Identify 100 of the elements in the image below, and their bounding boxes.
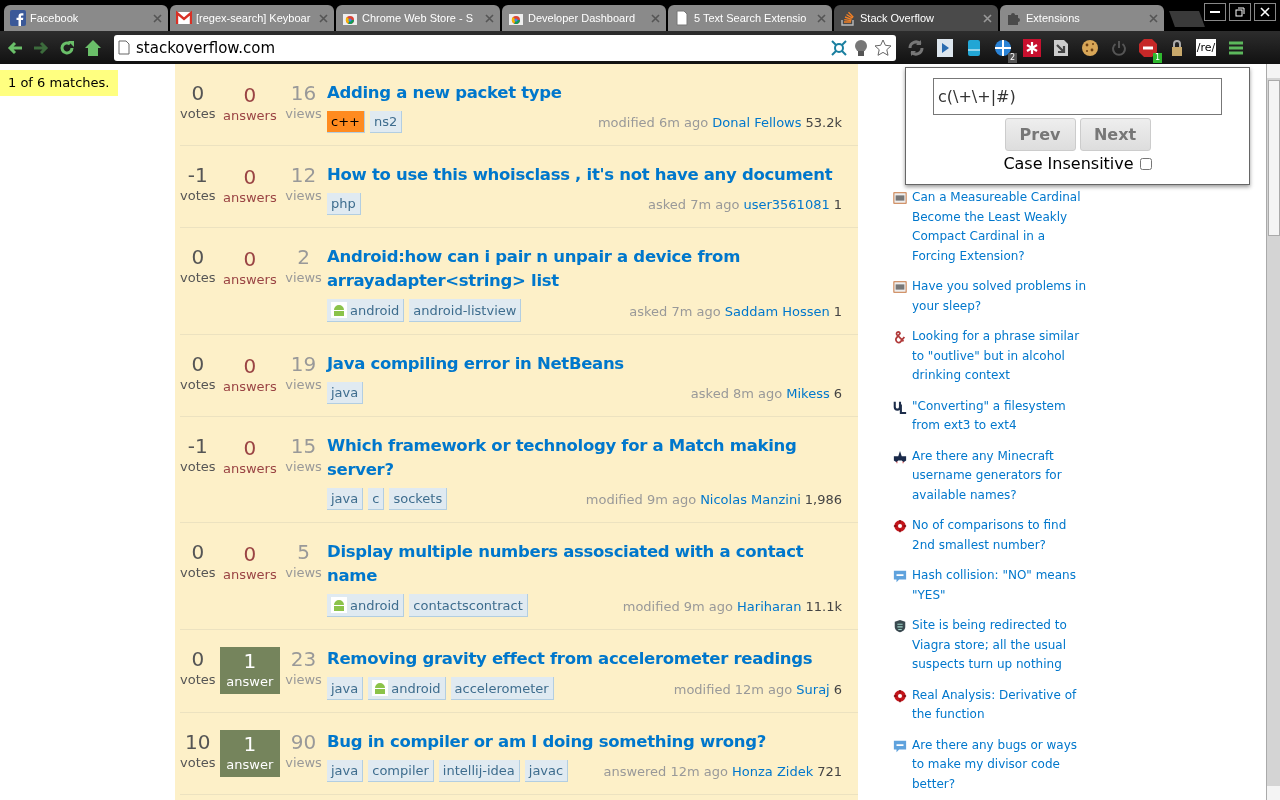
answer-count: 1 answer	[219, 647, 281, 694]
question-title-link[interactable]: Adding a new packet type	[327, 81, 842, 105]
browser-tab[interactable]: 5 Text Search Extensio	[668, 5, 832, 31]
match-status: 1 of 6 matches.	[0, 70, 118, 96]
tag-link[interactable]: sockets	[389, 488, 448, 510]
extension-badge: 1	[1152, 52, 1162, 63]
tag-link[interactable]: php	[327, 193, 361, 215]
answer-count: 0 answers	[221, 246, 278, 289]
tag-link[interactable]: android-listview	[409, 299, 522, 322]
activity-time: modified 12m ago	[673, 682, 793, 697]
reputation: 1,986	[804, 492, 842, 507]
browser-tab[interactable]: [regex-search] Keyboar	[170, 5, 334, 31]
regex-input-field[interactable]: c(\+\+|#)	[933, 78, 1222, 115]
activity-time: modified 9m ago	[622, 599, 734, 614]
user-link[interactable]: Nicolas Manzini	[700, 492, 801, 507]
answer-count: 0 answers	[221, 541, 278, 584]
vote-count: 0 votes	[180, 81, 216, 123]
view-count: 90 views	[284, 730, 323, 772]
hot-question-link[interactable]: Site is being redirected to Viagra store; all the usual suspects turn up nothing	[912, 616, 1087, 675]
browser-tab[interactable]: Facebook	[4, 5, 168, 31]
reputation: 1	[833, 197, 842, 212]
user-link[interactable]: Saddam Hossen	[724, 304, 830, 319]
view-count: 5 views	[284, 540, 323, 582]
user-link[interactable]: user3561081	[743, 197, 830, 212]
reputation: 6	[833, 386, 842, 401]
tab-title: Facebook	[30, 12, 80, 24]
tag-link[interactable]: contactscontract	[409, 594, 528, 617]
question-title-link[interactable]: Which framework or technology for a Match making server?	[327, 434, 842, 482]
vote-count: 0 votes	[180, 245, 216, 287]
user-link[interactable]: Suraj	[796, 682, 830, 697]
browser-tab[interactable]: Chrome Web Store - S	[336, 5, 500, 31]
hot-question-link[interactable]: Real Analysis: Derivative of the function	[912, 685, 1087, 725]
tag-link[interactable]: javac	[524, 760, 569, 782]
activity-time: answered 12m ago	[603, 764, 728, 779]
tag-link[interactable]: compiler	[368, 760, 434, 782]
view-count: 16 views	[284, 81, 323, 123]
tag-link[interactable]: java	[327, 677, 364, 700]
tag-link[interactable]: java	[327, 760, 364, 782]
hot-question-link[interactable]: Have you solved problems in your sleep?	[912, 277, 1087, 316]
question-title-link[interactable]: Display multiple numbers assosciated with a contact name	[327, 540, 842, 588]
question-title-link[interactable]: Java compiling error in NetBeans	[327, 352, 842, 376]
reputation: 53.2k	[805, 115, 842, 130]
hot-question-link[interactable]: Looking for a phrase similar to "outlive" but in alcohol drinking context	[912, 327, 1087, 386]
answer-count: 0 answers	[221, 82, 278, 125]
tag-link[interactable]: c++	[327, 111, 365, 133]
user-link[interactable]: Mikess	[786, 386, 830, 401]
hot-question-link[interactable]: Can a Measureable Cardinal Become the Least Weakly Compact Cardinal in a Forcing Extension?	[912, 188, 1087, 266]
tab-title: 5 Text Search Extensio	[694, 12, 808, 24]
tag-link[interactable]: java	[327, 382, 364, 404]
tab-title: Chrome Web Store - S	[362, 12, 475, 24]
tag-link[interactable]: java	[327, 488, 364, 510]
reputation: 1	[833, 304, 842, 319]
reputation: 721	[817, 764, 842, 779]
vote-count: 0 votes	[180, 647, 216, 689]
question-title-link[interactable]: Removing gravity effect from accelerometer readings	[327, 647, 842, 671]
question-title-link[interactable]: Android:how can i pair n unpair a device from arrayadapter<string> list	[327, 245, 842, 293]
answer-count: 0 answers	[221, 435, 278, 478]
tab-title: Extensions	[1026, 12, 1081, 24]
reputation: 11.1k	[805, 599, 842, 614]
vote-count: 10 votes	[180, 730, 216, 772]
vote-count: -1 votes	[180, 163, 216, 205]
vote-count: 0 votes	[180, 540, 216, 582]
url-text: stackoverflow.com	[136, 38, 277, 57]
view-count: 12 views	[284, 163, 323, 205]
hot-question-link[interactable]: Are there any bugs or ways to make my divisor code better?	[912, 735, 1087, 794]
hot-question-link[interactable]: No of comparisons to find 2nd smallest number?	[912, 516, 1087, 555]
tag-link[interactable]: android	[327, 299, 405, 322]
vote-count: 0 votes	[180, 352, 216, 394]
view-count: 15 views	[284, 434, 323, 476]
browser-tab[interactable]: Developer Dashboard	[502, 5, 666, 31]
user-link[interactable]: Donal Fellows	[712, 115, 802, 130]
tag-link[interactable]: intellij-idea	[438, 760, 520, 782]
regex-extension-button[interactable]: /re/	[1195, 39, 1217, 56]
reputation: 6	[833, 682, 842, 697]
browser-tab[interactable]: Stack Overflow	[834, 5, 998, 31]
hot-question-link[interactable]: "Converting" a filesystem from ext3 to ext4	[912, 396, 1087, 436]
vote-count: -1 votes	[180, 434, 216, 476]
tag-link[interactable]: android	[327, 594, 405, 617]
tag-link[interactable]: accelerometer	[450, 677, 554, 700]
view-count: 2 views	[284, 245, 323, 287]
view-count: 19 views	[284, 352, 323, 394]
tag-link[interactable]: c	[368, 488, 385, 510]
tab-title: [regex-search] Keyboar	[196, 12, 312, 24]
browser-tab[interactable]: Extensions	[1000, 5, 1164, 31]
address-bar[interactable]: stackoverflow.com	[114, 34, 896, 61]
tag-link[interactable]: ns2	[369, 111, 403, 133]
view-count: 23 views	[284, 647, 323, 689]
activity-time: modified 9m ago	[585, 492, 697, 507]
answer-count: 0 answers	[221, 164, 278, 207]
question-title-link[interactable]: How to use this whoisclass , it's not have any document	[327, 163, 842, 187]
activity-time: asked 7m ago	[629, 304, 721, 319]
tab-title: Stack Overflow	[860, 12, 935, 24]
tag-link[interactable]: android	[368, 677, 446, 700]
activity-time: asked 8m ago	[690, 386, 783, 401]
question-title-link[interactable]: Bug in compiler or am I doing something wrong?	[327, 730, 842, 754]
hot-question-link[interactable]: Hash collision: "NO" means "YES"	[912, 566, 1087, 605]
user-link[interactable]: Hariharan	[737, 599, 802, 614]
user-link[interactable]: Honza Zidek	[732, 764, 814, 779]
activity-time: asked 7m ago	[648, 197, 740, 212]
hot-question-link[interactable]: Are there any Minecraft username generators for available names?	[912, 446, 1087, 505]
